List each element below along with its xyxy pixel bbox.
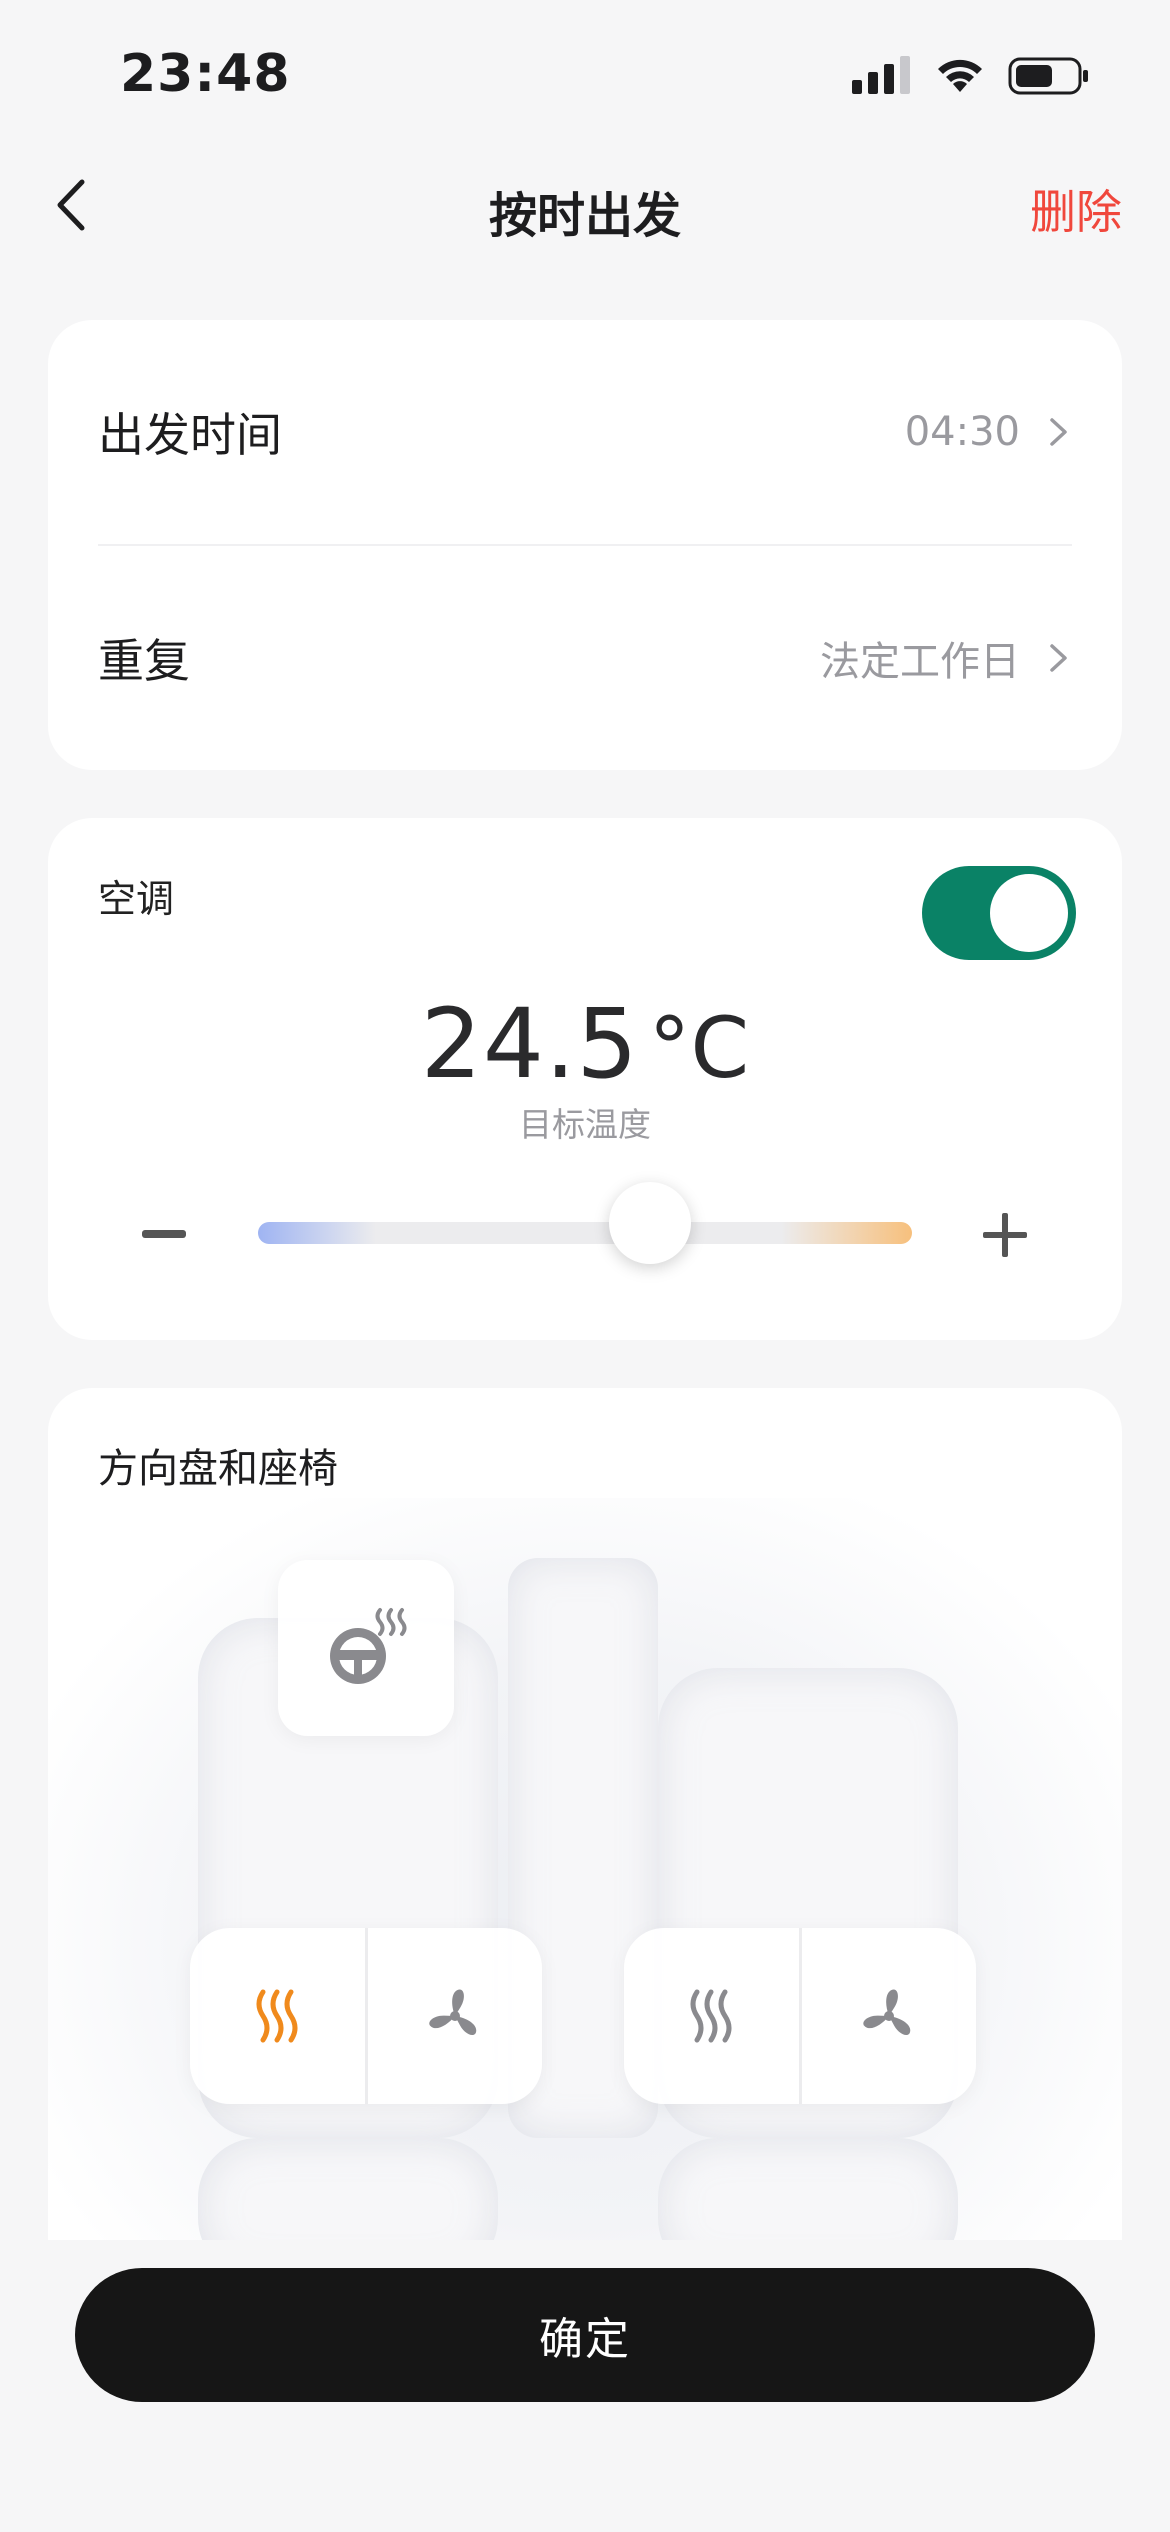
target-temperature-label: 目标温度: [519, 1105, 651, 1144]
wifi-icon: [938, 59, 982, 92]
delete-button[interactable]: 删除: [1030, 176, 1122, 242]
steering-wheel-heat-button[interactable]: [278, 1560, 454, 1736]
repeat-row[interactable]: 重复 法定工作日: [98, 546, 1072, 770]
car-interior-illustration: [48, 1498, 1122, 2240]
right-seat-heat-button[interactable]: [624, 1928, 799, 2104]
repeat-label: 重复: [98, 634, 190, 688]
seat-heat-icon: [256, 1989, 298, 2043]
right-seat-controls: [624, 1928, 976, 2104]
temperature-slider-track[interactable]: [258, 1222, 912, 1244]
status-icons: [852, 56, 1090, 96]
seat-heat-icon: [690, 1989, 732, 2043]
seat-vent-icon: [429, 1989, 476, 2036]
departure-time-row[interactable]: 出发时间 04:30: [98, 320, 1072, 544]
toggle-knob: [990, 874, 1068, 952]
departure-time-value: 04:30: [904, 409, 1020, 455]
temperature-display: 24.5 °C: [48, 988, 1122, 1100]
left-seat-heat-button[interactable]: [190, 1928, 365, 2104]
left-seat-controls: [190, 1928, 542, 2104]
temperature-unit: °C: [648, 999, 750, 1097]
chevron-right-icon: [1050, 418, 1067, 446]
temperature-value: 24.5: [420, 988, 639, 1100]
battery-icon: [1008, 57, 1088, 95]
increase-temperature-button[interactable]: [980, 1210, 1030, 1260]
left-seat-vent-button[interactable]: [368, 1928, 543, 2104]
steering-wheel-heat-icon: [330, 1608, 407, 1684]
chevron-right-icon: [1050, 644, 1067, 672]
temperature-slider-thumb[interactable]: [609, 1182, 692, 1264]
confirm-button[interactable]: 确定: [75, 2268, 1095, 2402]
cellular-signal-icon: [852, 56, 910, 94]
wheel-and-seats-card: 方向盘和座椅: [48, 1388, 1122, 2240]
right-seat-vent-button[interactable]: [802, 1928, 977, 2104]
status-time: 23:48: [120, 44, 291, 104]
ac-card: 空调 24.5 °C 目标温度: [48, 818, 1122, 1340]
seat-vent-icon: [863, 1989, 910, 2036]
wheel-and-seats-title: 方向盘和座椅: [98, 1446, 338, 1492]
departure-time-label: 出发时间: [98, 408, 282, 462]
page-title: 按时出发: [488, 188, 681, 244]
decrease-temperature-button[interactable]: [142, 1230, 186, 1238]
repeat-value: 法定工作日: [820, 639, 1020, 685]
ac-toggle[interactable]: [922, 866, 1076, 960]
ac-label: 空调: [98, 877, 175, 921]
schedule-card: 出发时间 04:30 重复 法定工作日: [48, 320, 1122, 770]
